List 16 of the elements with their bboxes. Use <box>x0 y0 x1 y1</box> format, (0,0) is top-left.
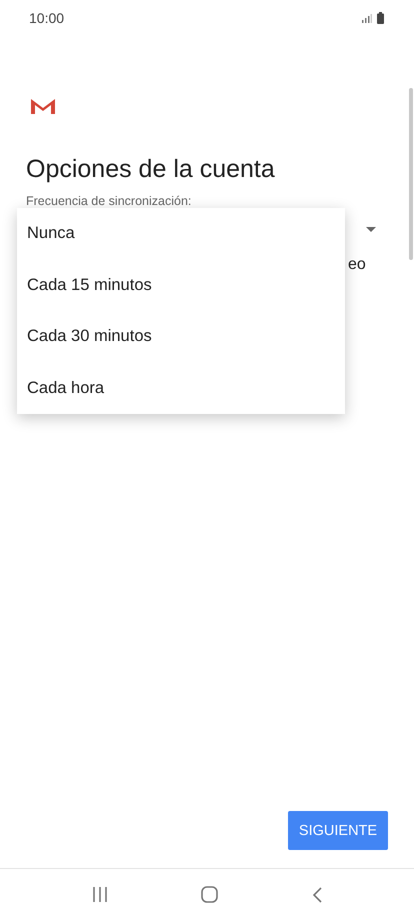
page-title: Opciones de la cuenta <box>26 155 276 184</box>
status-time: 10:00 <box>29 10 64 26</box>
next-button[interactable]: SIGUIENTE <box>288 811 388 850</box>
battery-icon <box>377 12 384 24</box>
menu-item[interactable]: Cada 15 minutos <box>17 260 345 311</box>
menu-item[interactable]: Cada hora <box>17 362 345 414</box>
dropdown-arrow-icon <box>366 226 376 232</box>
back-icon[interactable] <box>312 886 322 902</box>
sync-frequency-label: Frecuencia de sincronización: <box>26 194 192 208</box>
mail-logo-icon <box>30 97 56 115</box>
signal-icon <box>362 14 372 22</box>
menu-item[interactable]: Nunca <box>17 208 345 260</box>
option-text: eo <box>348 256 366 274</box>
recent-apps-icon[interactable] <box>92 887 108 902</box>
menu-item[interactable]: Cada 30 minutos <box>17 311 345 362</box>
home-icon[interactable] <box>201 886 218 903</box>
